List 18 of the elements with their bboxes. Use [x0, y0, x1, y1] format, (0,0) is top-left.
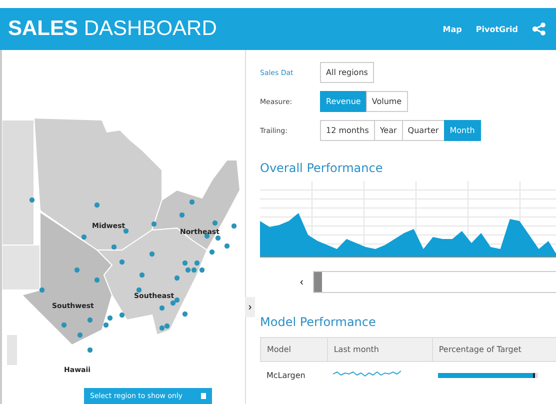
- collapse-button[interactable]: ›: [245, 297, 255, 317]
- chart-scrollbar[interactable]: [313, 271, 556, 293]
- scroll-back-button[interactable]: ‹: [300, 276, 304, 288]
- filter-option[interactable]: Volume: [366, 91, 408, 112]
- section-title: Overall Performance: [260, 161, 384, 175]
- column-header: Model: [260, 338, 328, 362]
- table-cell: McLargen: [260, 362, 328, 388]
- dropdown-icon: [200, 393, 206, 399]
- filter-option[interactable]: All regions: [320, 62, 374, 83]
- column-header: Percentage of Target: [432, 338, 556, 362]
- column-header: Last month: [327, 338, 432, 362]
- section-title: Model Performance: [260, 315, 377, 329]
- map-drawing[interactable]: [2, 117, 241, 365]
- filter-option[interactable]: Quarter: [402, 120, 445, 141]
- app-title: SALES DASHBOARD: [8, 17, 217, 41]
- filter-option[interactable]: 12 months: [320, 120, 375, 141]
- share-icon[interactable]: [532, 22, 546, 36]
- filter-option[interactable]: Year: [374, 120, 403, 141]
